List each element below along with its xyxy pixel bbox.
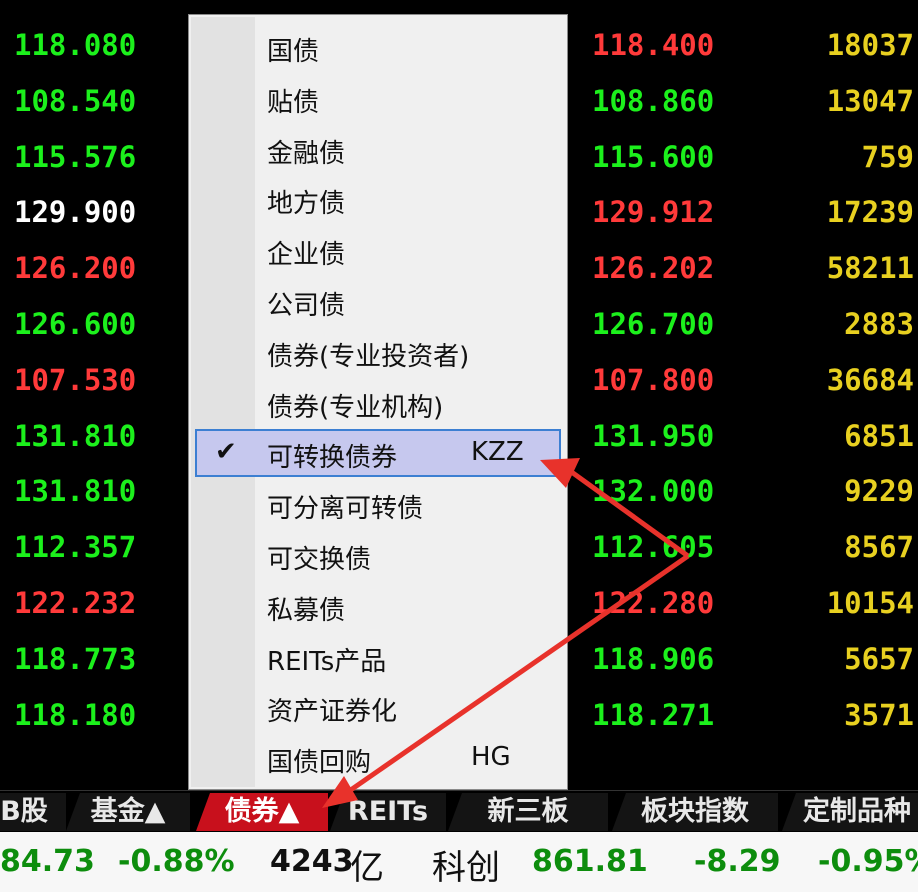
annotation-arrows	[322, 458, 690, 808]
arrow-to-convertible-bond	[540, 458, 690, 559]
arrow-to-bond-tab	[322, 553, 690, 808]
